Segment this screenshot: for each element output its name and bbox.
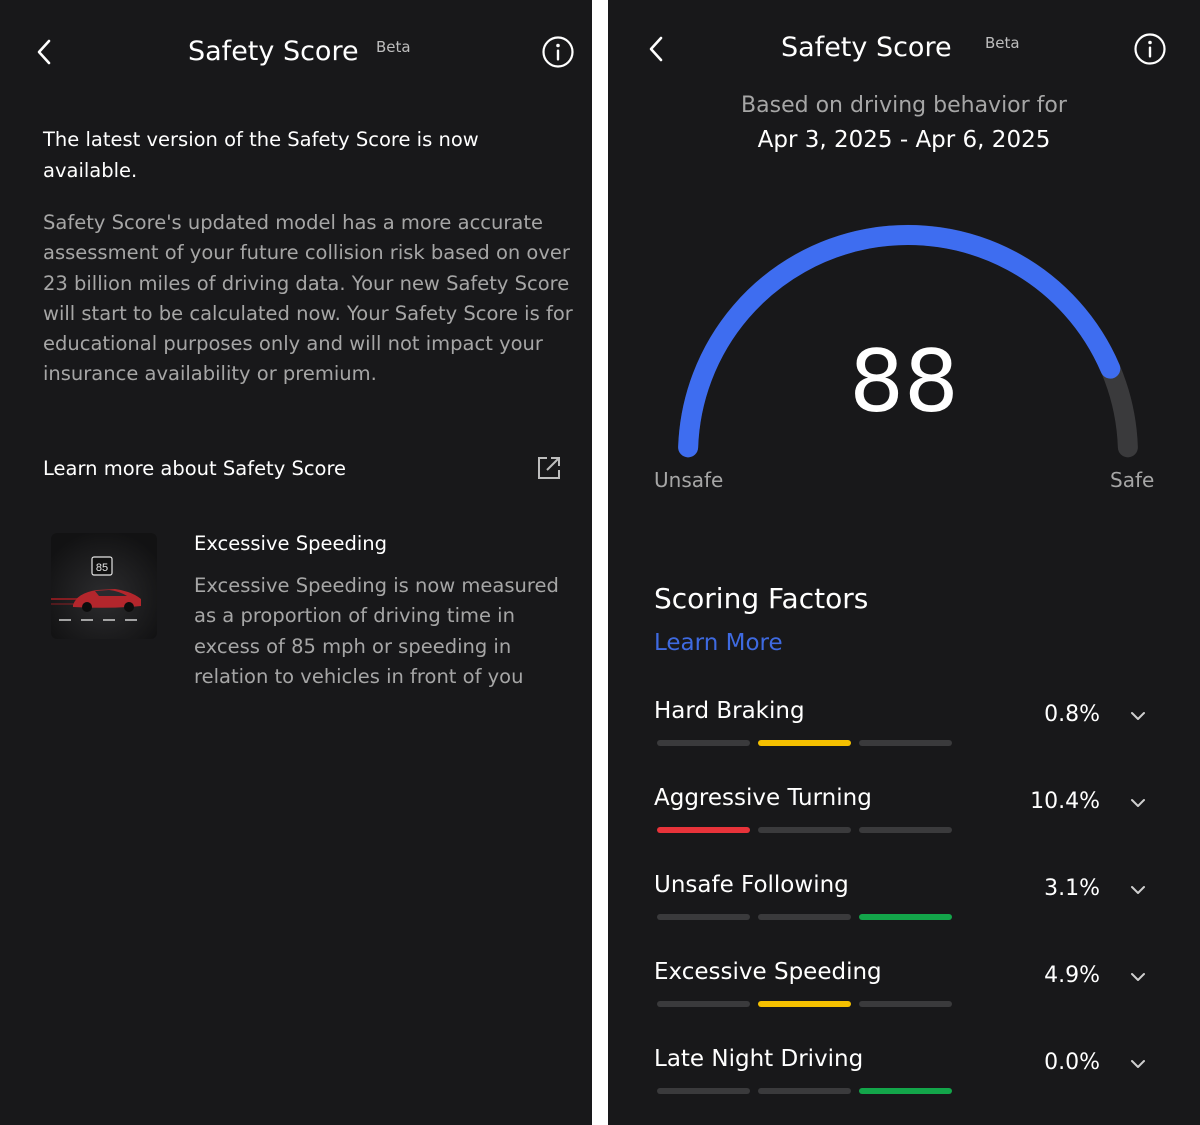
- factor-name: Aggressive Turning: [654, 785, 872, 811]
- learn-more-label: Learn more about Safety Score: [43, 456, 347, 480]
- back-button[interactable]: [642, 34, 672, 64]
- factor-name: Unsafe Following: [654, 872, 849, 898]
- chevron-down-icon[interactable]: [1128, 706, 1148, 726]
- chevron-down-icon[interactable]: [1128, 967, 1148, 987]
- factor-row[interactable]: Excessive Speeding 4.9%: [654, 959, 1154, 1031]
- intro-heading: The latest version of the Safety Score i…: [43, 128, 479, 182]
- factor-level-bars: [657, 740, 952, 746]
- factor-row[interactable]: Unsafe Following 3.1%: [654, 872, 1154, 944]
- chevron-down-icon[interactable]: [1128, 1054, 1148, 1074]
- left-screen: Safety Score Beta The latest version of …: [0, 0, 592, 1125]
- factor-name: Hard Braking: [654, 698, 805, 724]
- beta-badge: Beta: [376, 38, 411, 56]
- factor-level-bars: [657, 914, 952, 920]
- factor-level-segment: [859, 914, 952, 920]
- period-value: Apr 3, 2025 - Apr 6, 2025: [757, 127, 1051, 153]
- factor-value: 4.9%: [1044, 963, 1100, 988]
- factor-level-segment: [657, 1001, 750, 1007]
- factor-level-segment: [758, 914, 851, 920]
- learn-more-safety-score-link[interactable]: Learn more about Safety Score: [43, 448, 563, 488]
- safety-score-value: 88: [849, 332, 959, 432]
- page-title: Safety Score: [781, 32, 952, 63]
- factor-level-segment: [657, 914, 750, 920]
- factor-value: 3.1%: [1044, 876, 1100, 901]
- factor-row[interactable]: Aggressive Turning 10.4%: [654, 785, 1154, 857]
- factor-name: Late Night Driving: [654, 1046, 864, 1072]
- external-link-icon: [538, 457, 560, 479]
- speed-sign-text: 85: [96, 562, 108, 574]
- excessive-speeding-thumbnail: 85: [51, 533, 157, 639]
- factor-level-segment: [758, 827, 851, 833]
- period-label: Based on driving behavior for: [741, 93, 1067, 118]
- chevron-left-icon: [37, 39, 51, 65]
- factor-level-segment: [758, 1001, 851, 1007]
- chevron-down-icon[interactable]: [1128, 880, 1148, 900]
- factor-level-segment: [758, 740, 851, 746]
- scoring-factors-title: Scoring Factors: [654, 582, 869, 615]
- feature-body: Excessive Speeding is now measured as a …: [194, 574, 559, 688]
- factor-row[interactable]: Late Night Driving 0.0%: [654, 1046, 1154, 1118]
- chevron-left-icon: [649, 36, 663, 62]
- factor-row[interactable]: Hard Braking 0.8%: [654, 698, 1154, 770]
- factor-level-segment: [859, 1088, 952, 1094]
- intro-body: Safety Score's updated model has a more …: [43, 211, 573, 386]
- factor-name: Excessive Speeding: [654, 959, 882, 985]
- factor-level-segment: [859, 740, 952, 746]
- gauge-min-label: Unsafe: [654, 468, 724, 492]
- factor-value: 0.0%: [1044, 1050, 1100, 1075]
- car-speed-icon: 85: [51, 556, 141, 621]
- chevron-down-icon[interactable]: [1128, 793, 1148, 813]
- factor-level-segment: [859, 1001, 952, 1007]
- factor-level-segment: [657, 740, 750, 746]
- learn-more-link[interactable]: Learn More: [654, 630, 783, 656]
- factor-level-segment: [758, 1088, 851, 1094]
- gauge-max-label: Safe: [1110, 468, 1155, 492]
- factor-level-segment: [657, 1088, 750, 1094]
- factor-level-segment: [657, 827, 750, 833]
- factor-level-bars: [657, 827, 952, 833]
- info-icon[interactable]: [1133, 32, 1167, 66]
- factor-value: 0.8%: [1044, 702, 1100, 727]
- feature-title: Excessive Speeding: [194, 532, 387, 555]
- factor-value: 10.4%: [1030, 789, 1100, 814]
- factor-level-segment: [859, 827, 952, 833]
- info-icon[interactable]: [541, 35, 575, 69]
- factor-level-bars: [657, 1001, 952, 1007]
- page-title: Safety Score: [188, 36, 359, 67]
- right-screen: Safety Score Beta Based on driving behav…: [608, 0, 1200, 1125]
- beta-badge: Beta: [985, 34, 1020, 52]
- factor-level-bars: [657, 1088, 952, 1094]
- back-button[interactable]: [30, 37, 60, 67]
